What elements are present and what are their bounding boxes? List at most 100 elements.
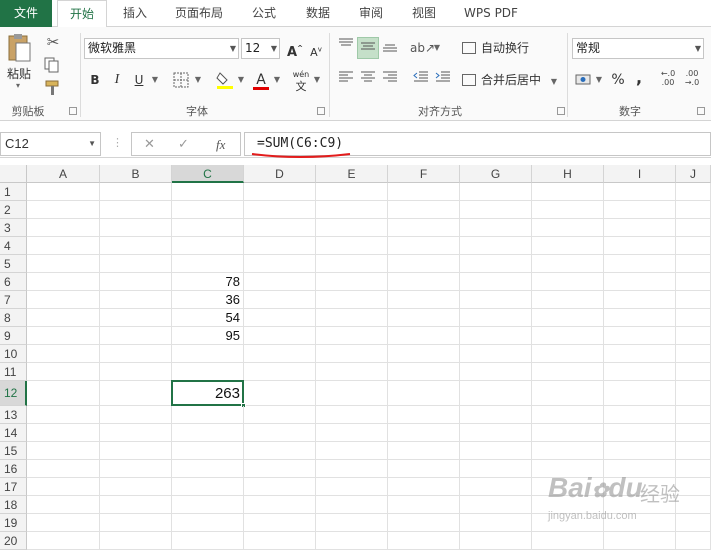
row-header-6[interactable]: 6 bbox=[0, 273, 27, 291]
cell-f4[interactable] bbox=[388, 237, 460, 255]
cell-b19[interactable] bbox=[100, 514, 172, 532]
cell-e11[interactable] bbox=[316, 363, 388, 381]
cell-a15[interactable] bbox=[27, 442, 100, 460]
cell-j16[interactable] bbox=[676, 460, 711, 478]
cell-e4[interactable] bbox=[316, 237, 388, 255]
cell-a18[interactable] bbox=[27, 496, 100, 514]
cell-h4[interactable] bbox=[532, 237, 604, 255]
cell-h14[interactable] bbox=[532, 424, 604, 442]
cell-d6[interactable] bbox=[244, 273, 316, 291]
cell-a13[interactable] bbox=[27, 406, 100, 424]
cell-c16[interactable] bbox=[172, 460, 244, 478]
cell-h9[interactable] bbox=[532, 327, 604, 345]
cell-c20[interactable] bbox=[172, 532, 244, 550]
cell-b1[interactable] bbox=[100, 183, 172, 201]
row-header-2[interactable]: 2 bbox=[0, 201, 27, 219]
cell-f14[interactable] bbox=[388, 424, 460, 442]
cell-e18[interactable] bbox=[316, 496, 388, 514]
cell-b20[interactable] bbox=[100, 532, 172, 550]
cell-e7[interactable] bbox=[316, 291, 388, 309]
row-header-11[interactable]: 11 bbox=[0, 363, 27, 381]
cell-e8[interactable] bbox=[316, 309, 388, 327]
cell-b13[interactable] bbox=[100, 406, 172, 424]
cell-j9[interactable] bbox=[676, 327, 711, 345]
cell-h20[interactable] bbox=[532, 532, 604, 550]
cell-d5[interactable] bbox=[244, 255, 316, 273]
cell-f5[interactable] bbox=[388, 255, 460, 273]
cell-g1[interactable] bbox=[460, 183, 532, 201]
cell-b14[interactable] bbox=[100, 424, 172, 442]
column-header-h[interactable]: H bbox=[532, 165, 604, 183]
cell-g9[interactable] bbox=[460, 327, 532, 345]
cell-i8[interactable] bbox=[604, 309, 676, 327]
cell-j10[interactable] bbox=[676, 345, 711, 363]
cell-i5[interactable] bbox=[604, 255, 676, 273]
cell-g14[interactable] bbox=[460, 424, 532, 442]
cell-g18[interactable] bbox=[460, 496, 532, 514]
cell-c11[interactable] bbox=[172, 363, 244, 381]
cell-g20[interactable] bbox=[460, 532, 532, 550]
column-header-f[interactable]: F bbox=[388, 165, 460, 183]
column-header-j[interactable]: J bbox=[676, 165, 711, 183]
cell-e6[interactable] bbox=[316, 273, 388, 291]
row-header-4[interactable]: 4 bbox=[0, 237, 27, 255]
column-header-i[interactable]: I bbox=[604, 165, 676, 183]
cell-b5[interactable] bbox=[100, 255, 172, 273]
cell-c14[interactable] bbox=[172, 424, 244, 442]
cell-h2[interactable] bbox=[532, 201, 604, 219]
cell-c19[interactable] bbox=[172, 514, 244, 532]
cell-a4[interactable] bbox=[27, 237, 100, 255]
cell-j3[interactable] bbox=[676, 219, 711, 237]
cell-f15[interactable] bbox=[388, 442, 460, 460]
cell-c2[interactable] bbox=[172, 201, 244, 219]
cell-e10[interactable] bbox=[316, 345, 388, 363]
cell-i2[interactable] bbox=[604, 201, 676, 219]
cell-d9[interactable] bbox=[244, 327, 316, 345]
cell-b3[interactable] bbox=[100, 219, 172, 237]
cell-j15[interactable] bbox=[676, 442, 711, 460]
cell-b12[interactable] bbox=[100, 381, 172, 406]
cell-b7[interactable] bbox=[100, 291, 172, 309]
cell-j8[interactable] bbox=[676, 309, 711, 327]
cell-d19[interactable] bbox=[244, 514, 316, 532]
cell-a12[interactable] bbox=[27, 381, 100, 406]
cell-c4[interactable] bbox=[172, 237, 244, 255]
cell-i7[interactable] bbox=[604, 291, 676, 309]
cell-e12[interactable] bbox=[316, 381, 388, 406]
cell-f13[interactable] bbox=[388, 406, 460, 424]
cell-e14[interactable] bbox=[316, 424, 388, 442]
cell-c17[interactable] bbox=[172, 478, 244, 496]
cell-d17[interactable] bbox=[244, 478, 316, 496]
row-header-15[interactable]: 15 bbox=[0, 442, 27, 460]
row-header-14[interactable]: 14 bbox=[0, 424, 27, 442]
cell-j14[interactable] bbox=[676, 424, 711, 442]
cell-c18[interactable] bbox=[172, 496, 244, 514]
cell-j12[interactable] bbox=[676, 381, 711, 406]
cell-b9[interactable] bbox=[100, 327, 172, 345]
cell-j2[interactable] bbox=[676, 201, 711, 219]
cell-f20[interactable] bbox=[388, 532, 460, 550]
cell-e20[interactable] bbox=[316, 532, 388, 550]
cell-a3[interactable] bbox=[27, 219, 100, 237]
cell-c1[interactable] bbox=[172, 183, 244, 201]
column-header-e[interactable]: E bbox=[316, 165, 388, 183]
cell-e9[interactable] bbox=[316, 327, 388, 345]
cell-h15[interactable] bbox=[532, 442, 604, 460]
cell-c15[interactable] bbox=[172, 442, 244, 460]
cell-g13[interactable] bbox=[460, 406, 532, 424]
cell-d16[interactable] bbox=[244, 460, 316, 478]
row-header-19[interactable]: 19 bbox=[0, 514, 27, 532]
cell-d7[interactable] bbox=[244, 291, 316, 309]
cell-g11[interactable] bbox=[460, 363, 532, 381]
cell-b10[interactable] bbox=[100, 345, 172, 363]
row-header-20[interactable]: 20 bbox=[0, 532, 27, 550]
cell-b6[interactable] bbox=[100, 273, 172, 291]
cell-d3[interactable] bbox=[244, 219, 316, 237]
cell-f19[interactable] bbox=[388, 514, 460, 532]
cell-c10[interactable] bbox=[172, 345, 244, 363]
cell-j6[interactable] bbox=[676, 273, 711, 291]
row-header-9[interactable]: 9 bbox=[0, 327, 27, 345]
cell-a1[interactable] bbox=[27, 183, 100, 201]
cell-f16[interactable] bbox=[388, 460, 460, 478]
row-header-8[interactable]: 8 bbox=[0, 309, 27, 327]
